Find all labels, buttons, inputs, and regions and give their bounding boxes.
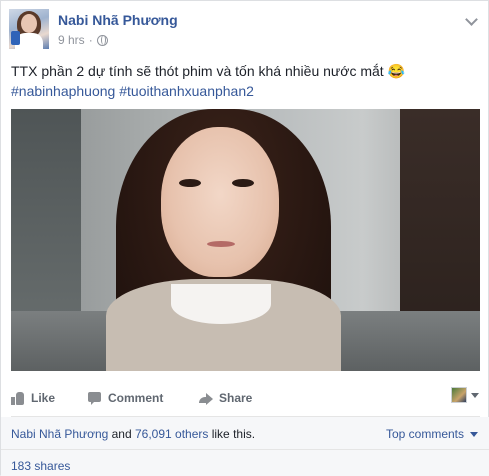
page-identity-switcher[interactable]	[451, 387, 479, 403]
hashtag-nabinhaphuong[interactable]: #nabinhaphuong	[11, 83, 115, 99]
shares-count[interactable]: 183 shares	[11, 459, 70, 473]
likes-suffix: like this.	[208, 427, 256, 441]
comment-icon	[88, 391, 102, 405]
comment-label: Comment	[108, 391, 164, 405]
post-meta: 9 hrs ·	[58, 33, 108, 47]
chevron-down-icon[interactable]	[463, 13, 479, 29]
top-comments-dropdown[interactable]: Top comments	[386, 427, 478, 441]
like-button[interactable]: Like	[11, 391, 55, 405]
share-label: Share	[219, 391, 253, 405]
post-card: Nabi Nhã Phương 9 hrs · TTX phần 2 dự tí…	[0, 0, 489, 476]
liker-name[interactable]: Nabi Nhã Phương	[11, 427, 108, 441]
comment-button[interactable]: Comment	[88, 391, 163, 405]
page-avatar	[451, 387, 467, 403]
post-text: TTX phần 2 dự tính sẽ thót phim và tốn k…	[11, 63, 406, 79]
likes-summary: Nabi Nhã Phương and 76,091 others like t…	[11, 427, 255, 441]
reactions-row: Nabi Nhã Phương and 76,091 others like t…	[1, 417, 489, 449]
action-bar: Like Comment Share	[11, 385, 481, 413]
post-time[interactable]: 9 hrs	[58, 33, 85, 47]
author-avatar[interactable]	[9, 9, 49, 49]
share-icon	[199, 391, 213, 405]
like-icon	[11, 391, 25, 405]
like-label: Like	[31, 391, 56, 405]
post-header: Nabi Nhã Phương 9 hrs ·	[9, 9, 479, 49]
share-button[interactable]: Share	[199, 391, 252, 405]
hashtag-tuoithanhxuanphan2[interactable]: #tuoithanhxuanphan2	[119, 83, 254, 99]
author-name[interactable]: Nabi Nhã Phương	[58, 12, 178, 28]
top-comments-label: Top comments	[385, 427, 464, 441]
post-hashtags: #nabinhaphuong #tuoithanhxuanphan2	[11, 81, 254, 101]
dropdown-triangle-icon	[470, 431, 478, 437]
dropdown-triangle-icon	[471, 392, 479, 398]
post-photo[interactable]	[11, 109, 480, 371]
likes-and: and	[108, 427, 135, 441]
others-count[interactable]: 76,091 others	[135, 427, 208, 441]
shares-row: 183 shares	[1, 450, 489, 476]
globe-icon	[96, 34, 108, 46]
meta-separator: ·	[88, 33, 93, 47]
